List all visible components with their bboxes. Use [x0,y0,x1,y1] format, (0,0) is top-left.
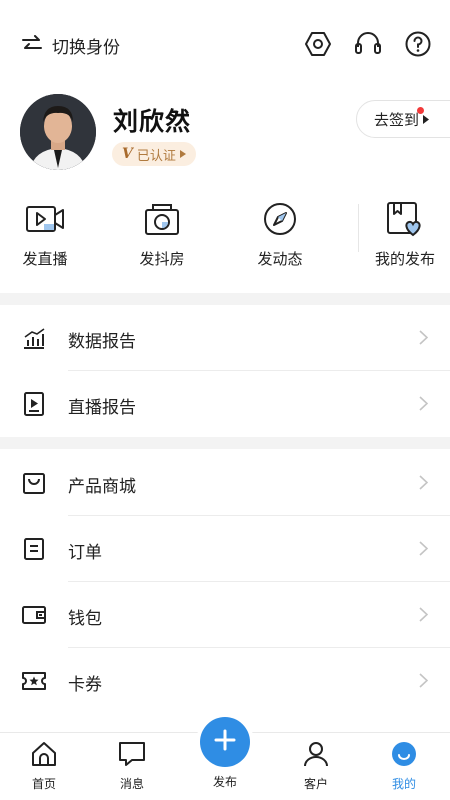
user-name: 刘欣然 [113,107,192,136]
chevron-right-icon [419,475,429,494]
tab-home[interactable]: 首页 [14,741,74,792]
checkin-label: 去签到 [374,110,420,129]
menu-item-orders[interactable]: 订单 [0,516,450,582]
live-video-icon [0,198,90,240]
user-icon [302,742,330,771]
menu-item-label: 钱包 [68,609,102,629]
top-bar: 切换身份 [0,0,450,90]
tab-label: 客户 [303,777,328,791]
settings-icon[interactable] [304,30,332,58]
chevron-right-icon [419,673,429,692]
tab-label: 首页 [31,777,56,791]
chevron-right-icon [419,541,429,560]
chevron-right-icon [419,396,429,415]
quick-action-label: 发抖房 [139,250,185,268]
me-icon [390,742,418,771]
profile-section: 刘欣然 V 已认证 去签到 [0,90,450,180]
tab-label: 消息 [119,777,144,791]
headset-icon[interactable] [354,30,382,58]
quick-action-room[interactable]: 发抖房 [117,198,207,269]
triangle-right-icon [423,110,430,128]
divider [358,204,359,252]
message-icon [118,742,146,771]
verified-mark: V [122,146,133,162]
verified-label: 已认证 [136,148,176,164]
menu-item-coupons[interactable]: 卡券 [0,648,450,714]
wallet-icon [22,603,46,627]
menu-item-label: 数据报告 [68,332,136,352]
tab-me[interactable]: 我的 [374,741,434,792]
play-report-icon [22,392,46,416]
menu-item-label: 直播报告 [68,398,136,418]
home-icon [30,742,58,771]
tab-messages[interactable]: 消息 [102,741,162,792]
section-separator [0,293,450,305]
publish-fab-button[interactable] [200,717,250,767]
menu-item-product-mall[interactable]: 产品商城 [0,450,450,516]
compass-icon [235,198,325,240]
section-separator [0,437,450,449]
menu-item-data-report[interactable]: 数据报告 [0,305,450,371]
avatar[interactable] [20,94,96,170]
menu-item-label: 卡券 [68,675,102,695]
chart-icon [22,326,46,350]
quick-action-label: 发直播 [22,250,68,268]
menu-item-live-report[interactable]: 直播报告 [0,371,450,437]
switch-identity-label: 切换身份 [52,38,120,58]
quick-action-post[interactable]: 发动态 [235,198,325,269]
chevron-right-icon [419,607,429,626]
quick-action-label: 发动态 [257,250,303,268]
checkin-button[interactable]: 去签到 [356,100,450,138]
camera-icon [117,198,207,240]
bottom-tab-bar: 首页 消息 发布 客户 我的 [0,717,450,800]
quick-action-label: 我的发布 [374,250,435,268]
switch-icon [22,34,42,57]
help-icon[interactable] [404,30,432,58]
tab-label: 发布 [212,775,237,789]
menu-item-wallet[interactable]: 钱包 [0,582,450,648]
quick-action-my-posts[interactable]: 我的发布 [360,198,450,269]
order-icon [22,537,46,561]
notification-dot [417,107,424,114]
triangle-right-icon [179,147,186,162]
shopping-bag-icon [22,471,46,495]
coupon-icon [22,669,46,693]
menu-item-label: 订单 [68,543,102,563]
bookmark-heart-icon [360,198,450,240]
tab-label: 我的 [391,777,416,791]
chevron-right-icon [419,330,429,349]
plus-icon [214,729,236,755]
verified-badge[interactable]: V 已认证 [112,142,196,166]
menu-item-label: 产品商城 [68,477,136,497]
tab-customers[interactable]: 客户 [286,741,346,792]
switch-identity-button[interactable]: 切换身份 [22,33,120,58]
quick-actions: 发直播 发抖房 发动态 我的发布 [0,198,450,284]
quick-action-live[interactable]: 发直播 [0,198,90,269]
